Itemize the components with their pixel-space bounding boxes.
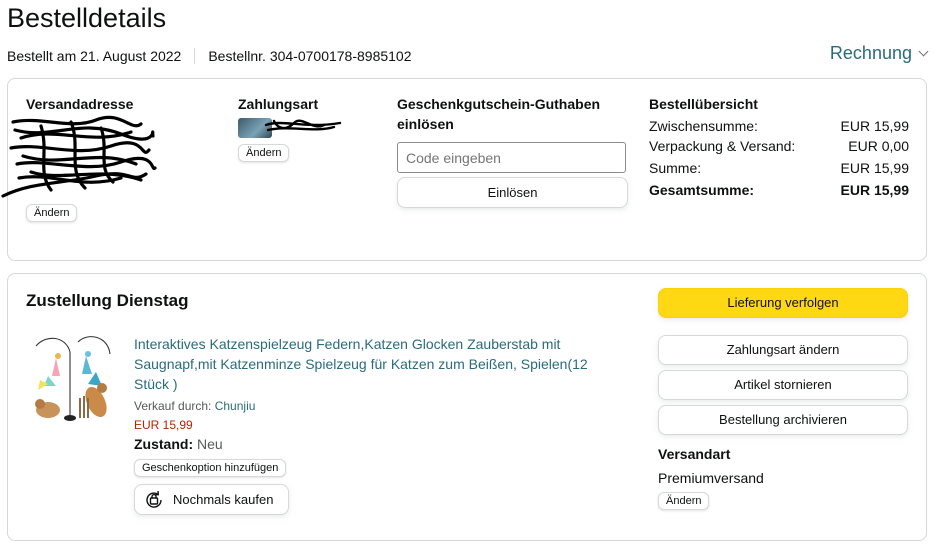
sold-by-label: Verkauf durch: xyxy=(134,399,215,413)
order-number: Bestellnr. 304-0700178-8985102 xyxy=(208,48,412,64)
summary-label: Zwischensumme: xyxy=(649,118,758,134)
summary-label: Summe: xyxy=(649,160,702,176)
sold-by: Verkauf durch: Chunjiu xyxy=(134,399,255,413)
page-title: Bestelldetails xyxy=(7,3,167,33)
payment-heading: Zahlungsart xyxy=(238,96,319,112)
change-payment-button[interactable]: Ändern xyxy=(238,144,290,162)
shipping-address-heading: Versandadresse xyxy=(26,96,134,112)
summary-row: Summe: EUR 15,99 xyxy=(649,160,909,176)
order-meta: Bestellt am 21. August 2022 Bestellnr. 3… xyxy=(7,48,412,64)
invoice-dropdown[interactable]: Rechnung xyxy=(829,43,929,64)
shipping-method-heading: Versandart xyxy=(658,446,731,462)
redacted-address-scribble xyxy=(1,115,157,198)
change-address-button[interactable]: Ändern xyxy=(26,204,78,222)
summary-heading: Bestellübersicht xyxy=(649,96,758,112)
condition-value: Neu xyxy=(197,436,223,452)
product-price: EUR 15,99 xyxy=(134,418,193,432)
cancel-item-button[interactable]: Artikel stornieren xyxy=(658,370,908,400)
summary-label: Gesamtsumme: xyxy=(649,182,755,198)
buy-again-icon xyxy=(146,490,162,508)
gift-card-heading-2: einlösen xyxy=(397,116,454,132)
shipment-card: Zustellung Dienstag Interaktives Katzens… xyxy=(7,273,927,541)
seller-link[interactable]: Chunjiu xyxy=(215,399,256,413)
summary-value: EUR 15,99 xyxy=(840,182,909,198)
product-title-link[interactable]: Interaktives Katzenspielzeug Federn,Katz… xyxy=(134,334,604,394)
gift-code-input[interactable] xyxy=(397,142,626,173)
delivery-heading: Zustellung Dienstag xyxy=(26,291,189,310)
summary-label: Verpackung & Versand: xyxy=(649,138,796,154)
summary-value: EUR 15,99 xyxy=(840,118,909,134)
product-image[interactable] xyxy=(26,332,116,428)
order-summary: Bestellübersicht Zwischensumme: EUR 15,9… xyxy=(649,96,909,202)
condition-label: Zustand: xyxy=(134,436,194,452)
summary-total-row: Gesamtsumme: EUR 15,99 xyxy=(649,182,909,198)
archive-order-button[interactable]: Bestellung archivieren xyxy=(658,405,908,435)
change-shipping-method-button[interactable]: Ändern xyxy=(658,492,710,510)
summary-value: EUR 15,99 xyxy=(840,160,909,176)
chevron-down-icon xyxy=(918,46,929,56)
change-payment-method-button[interactable]: Zahlungsart ändern xyxy=(658,335,908,365)
product-condition: Zustand: Neu xyxy=(134,436,223,452)
buy-again-button[interactable]: Nochmals kaufen xyxy=(134,484,289,515)
summary-row: Verpackung & Versand: EUR 0,00 xyxy=(649,138,909,154)
buy-again-label: Nochmals kaufen xyxy=(173,492,274,507)
summary-value: EUR 0,00 xyxy=(848,138,909,154)
summary-row: Zwischensumme: EUR 15,99 xyxy=(649,118,909,134)
redeem-button[interactable]: Einlösen xyxy=(397,177,628,208)
redacted-payment-scribble xyxy=(264,119,342,132)
gift-option-button[interactable]: Geschenkoption hinzufügen xyxy=(134,459,287,477)
shipping-method-value: Premiumversand xyxy=(658,470,764,486)
divider xyxy=(194,48,196,64)
order-date: Bestellt am 21. August 2022 xyxy=(7,48,182,64)
gift-card-heading-1: Geschenkgutschein-Guthaben xyxy=(397,96,601,112)
track-delivery-button[interactable]: Lieferung verfolgen xyxy=(658,288,908,318)
order-overview-card: Versandadresse Ändern Zahlungsart Ändern… xyxy=(1,78,927,261)
invoice-label: Rechnung xyxy=(829,43,912,63)
